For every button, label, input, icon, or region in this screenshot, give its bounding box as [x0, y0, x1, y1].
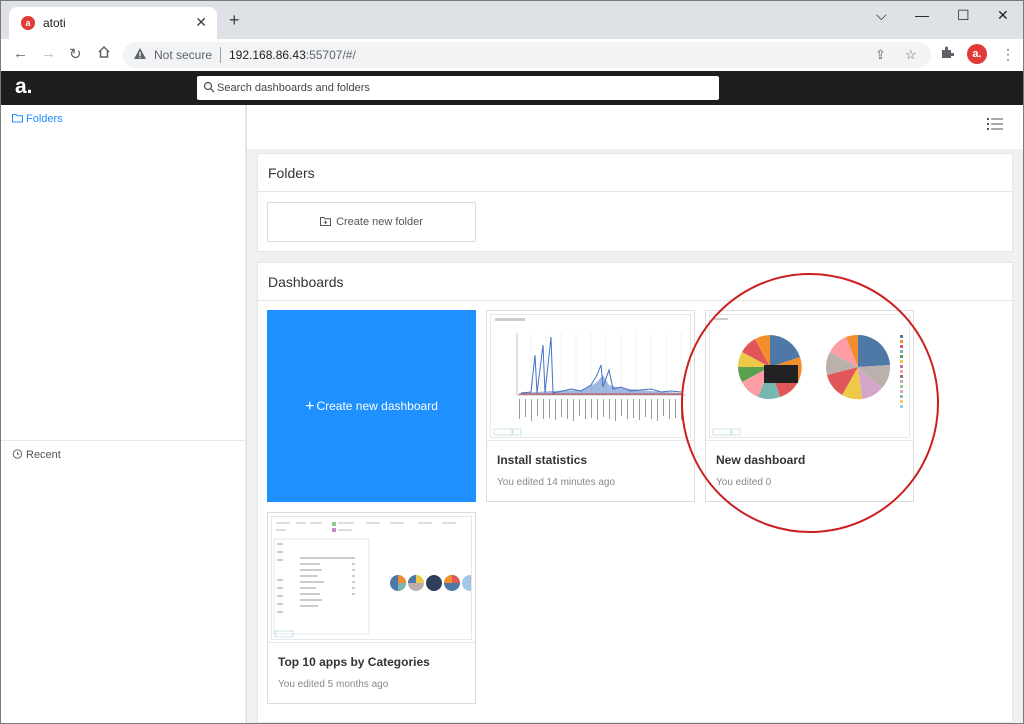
search-input[interactable] — [217, 79, 707, 97]
folders-section: Folders Create new folder — [257, 153, 1013, 252]
sidebar-item-label: Folders — [26, 113, 63, 125]
dashboard-thumbnail — [709, 314, 910, 438]
extensions-puzzle-icon[interactable] — [941, 46, 955, 62]
app-header: a. — [1, 71, 1023, 105]
address-bar[interactable]: Not secure 192.168.86.43:55707/#/ ⇪ ☆ — [123, 42, 931, 68]
create-dashboard-button[interactable]: + Create new dashboard — [267, 310, 476, 502]
create-folder-label: Create new folder — [336, 216, 423, 228]
dashboard-thumbnail — [490, 314, 691, 438]
create-dashboard-label: Create new dashboard — [316, 399, 438, 413]
folder-icon — [12, 114, 23, 123]
tab-atoti[interactable]: a atoti ✕ — [9, 7, 217, 39]
share-icon[interactable]: ⇪ — [875, 47, 886, 63]
create-folder-button[interactable]: Create new folder — [267, 202, 476, 242]
dashboard-card-edited: You edited 0 — [716, 477, 772, 488]
sidebar-item-folders[interactable]: Folders — [12, 113, 63, 125]
search-box[interactable] — [197, 76, 719, 100]
plus-icon: + — [305, 398, 315, 415]
dashboard-card-edited: You edited 5 months ago — [278, 679, 389, 690]
sidebar-item-recent[interactable]: Recent — [12, 449, 61, 461]
dashboard-card-edited: You edited 14 minutes ago — [497, 477, 616, 488]
search-icon — [203, 81, 215, 93]
dashboard-card-top-10-apps[interactable]: Top 10 apps by Categories You edited 5 m… — [267, 512, 476, 704]
dashboard-card-title: New dashboard — [716, 453, 806, 467]
home-icon[interactable] — [97, 45, 111, 63]
clock-icon — [12, 449, 23, 459]
tab-title: atoti — [43, 16, 66, 30]
url-text: 192.168.86.43:55707/#/ — [229, 48, 356, 62]
dashboard-card-title: Top 10 apps by Categories — [278, 655, 430, 669]
close-window-icon[interactable]: ✕ — [997, 7, 1009, 24]
close-tab-icon[interactable]: ✕ — [195, 14, 207, 31]
main-toolbar — [247, 105, 1023, 149]
minimize-icon[interactable]: — — [915, 7, 929, 23]
reload-icon[interactable]: ↻ — [69, 45, 82, 63]
dashboard-card-install-statistics[interactable]: Install statistics You edited 14 minutes… — [486, 310, 695, 502]
warning-triangle-icon — [134, 48, 146, 59]
main-content: Folders Create new folder Dashboards + Cr… — [247, 105, 1023, 723]
dashboards-section-title: Dashboards — [258, 263, 1012, 301]
tab-search-chevron-icon[interactable]: ⌵ — [876, 7, 887, 24]
sidebar-item-label: Recent — [26, 449, 61, 461]
dashboard-thumbnail — [271, 516, 472, 640]
dashboards-section: Dashboards + Create new dashboard Instal… — [257, 262, 1013, 723]
list-view-icon[interactable] — [987, 117, 1003, 131]
new-tab-button[interactable]: + — [229, 11, 240, 29]
tab-strip: a atoti ✕ + ⌵ — ☐ ✕ — [1, 1, 1023, 39]
forward-arrow-icon[interactable]: → — [41, 45, 56, 62]
kebab-menu-icon[interactable]: ⋮ — [1001, 46, 1015, 63]
not-secure-label: Not secure — [154, 48, 213, 62]
back-arrow-icon[interactable]: ← — [13, 45, 28, 62]
atoti-favicon-icon: a — [21, 16, 35, 30]
maximize-icon[interactable]: ☐ — [957, 7, 970, 24]
atoti-logo[interactable]: a. — [15, 75, 33, 99]
profile-avatar[interactable]: a. — [967, 44, 987, 64]
browser-toolbar: ← → ↻ Not secure 192.168.86.43:55707/#/ … — [1, 39, 1023, 71]
dashboard-card-new-dashboard[interactable]: New dashboard You edited 0 — [705, 310, 914, 502]
browser-window: a atoti ✕ + ⌵ — ☐ ✕ ← → ↻ Not secure 192… — [0, 0, 1024, 724]
sidebar: Folders Recent — [1, 105, 246, 723]
add-folder-icon — [320, 217, 332, 226]
dashboard-card-title: Install statistics — [497, 453, 588, 467]
bookmark-star-icon[interactable]: ☆ — [905, 47, 917, 63]
folders-section-title: Folders — [258, 154, 1012, 192]
